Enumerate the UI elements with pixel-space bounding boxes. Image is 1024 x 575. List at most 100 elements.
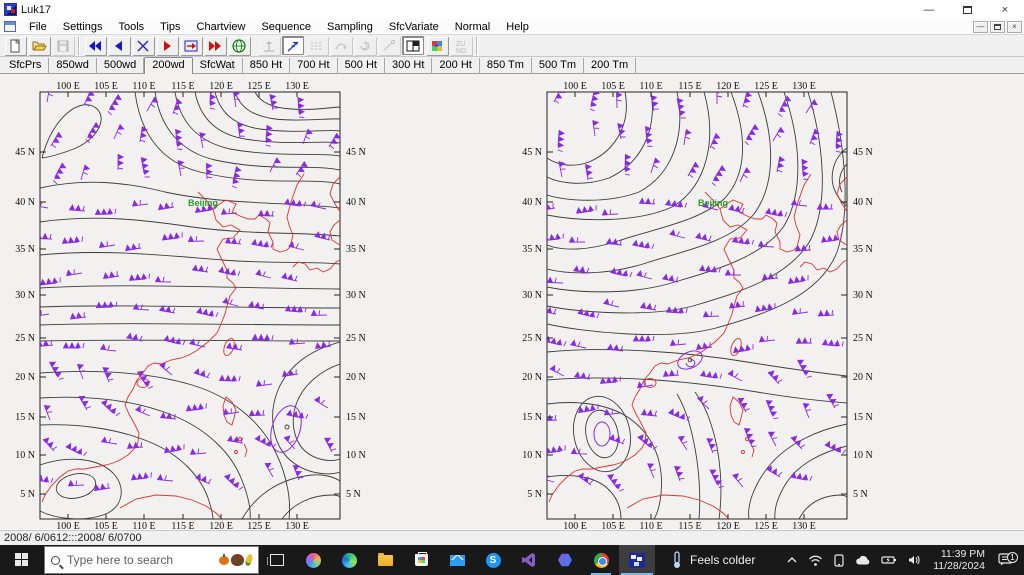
search-input[interactable] (67, 553, 219, 567)
new-file-button[interactable] (4, 36, 26, 55)
first-chart-button[interactable] (84, 36, 106, 55)
axis-label: 15 N (853, 412, 873, 423)
menu-help[interactable]: Help (498, 20, 537, 34)
copilot-button[interactable] (295, 545, 331, 575)
tab-850tm[interactable]: 850 Tm (480, 58, 532, 73)
maximize-button[interactable] (948, 0, 986, 19)
isolines-button[interactable] (306, 36, 328, 55)
axis-label: 100 E (563, 81, 587, 92)
axis-label: 15 N (346, 412, 366, 423)
chrome-button[interactable] (583, 545, 619, 575)
file-explorer-button[interactable] (367, 545, 403, 575)
tab-500wd[interactable]: 500wd (97, 58, 145, 73)
volume-button[interactable] (902, 545, 926, 575)
prev-chart-button[interactable] (108, 36, 130, 55)
mail-icon (449, 554, 465, 566)
luk17-taskbar-button[interactable] (619, 545, 655, 575)
search-icon (51, 555, 60, 565)
minimize-button[interactable]: — (910, 0, 948, 19)
open-file-button[interactable] (28, 36, 50, 55)
save-file-button[interactable] (52, 36, 74, 55)
thermometer-icon (674, 551, 680, 568)
menu-tips[interactable]: Tips (152, 20, 188, 34)
axis-label: 120 E (716, 521, 740, 532)
phone-link-button[interactable] (828, 545, 850, 575)
edge-button[interactable] (331, 545, 367, 575)
vortex-button[interactable] (354, 36, 376, 55)
notification-center-button[interactable]: 1 (992, 552, 1024, 567)
last-chart-button[interactable] (204, 36, 226, 55)
menu-normal[interactable]: Normal (447, 20, 498, 34)
close-button[interactable]: × (986, 0, 1024, 19)
tab-200tm[interactable]: 200 Tm (584, 58, 637, 73)
wind-barb-button[interactable] (282, 36, 304, 55)
split-view-button[interactable] (402, 36, 424, 55)
weather-map-right[interactable]: Beijing 100 E 100 E 105 E 105 E 110 E 110 E 11… (509, 80, 885, 532)
tab-500tm[interactable]: 500 Tm (532, 58, 585, 73)
trajectory-button[interactable] (378, 36, 400, 55)
menu-tools[interactable]: Tools (110, 20, 152, 34)
play-button[interactable] (156, 36, 178, 55)
axis-label: 5 N (853, 489, 868, 500)
axis-label: 30 N (853, 290, 873, 301)
start-button[interactable] (0, 545, 44, 575)
menu-sfcvariate[interactable]: SfcVariate (381, 20, 447, 34)
tab-500ht[interactable]: 500 Ht (338, 58, 385, 73)
close-chart-button[interactable] (132, 36, 154, 55)
battery-button[interactable] (876, 545, 902, 575)
axis-label: 115 E (171, 81, 194, 92)
new-file-icon (10, 38, 20, 52)
mdi-restore-button[interactable] (990, 20, 1005, 33)
weather-widget[interactable]: Feels colder (661, 545, 765, 575)
battery-charging-icon (881, 556, 897, 564)
tab-sfcprs[interactable]: SfcPrs (2, 58, 50, 73)
mdi-close-button[interactable]: × (1007, 20, 1022, 33)
axis-label: 35 N (346, 244, 366, 255)
chart-tab-strip: SfcPrs 850wd 500wd 200wd SfcWat 850 Ht 7… (0, 57, 1024, 74)
streamline-button[interactable] (330, 36, 352, 55)
axis-label: 25 N (346, 333, 366, 344)
tab-200ht[interactable]: 200 Ht (432, 58, 480, 73)
loop-button[interactable] (547, 545, 583, 575)
undo-redo-button[interactable]: ZU NO (450, 36, 472, 55)
axis-label: 125 E (247, 521, 271, 532)
tab-300ht[interactable]: 300 Ht (385, 58, 433, 73)
menu-sampling[interactable]: Sampling (319, 20, 381, 34)
axis-label: 115 E (678, 521, 701, 532)
color-grid-button[interactable] (426, 36, 448, 55)
onedrive-button[interactable] (850, 545, 876, 575)
tab-sfcwat[interactable]: SfcWat (193, 58, 243, 73)
axis-label: 35 N (15, 244, 35, 255)
axis-label: 130 E (792, 81, 816, 92)
pumpkin-icon (219, 553, 229, 565)
axis-label: 20 N (15, 372, 35, 383)
taskbar-search[interactable] (44, 546, 259, 574)
menu-settings[interactable]: Settings (55, 20, 111, 34)
tab-200wd-active[interactable]: 200wd (144, 57, 193, 74)
edge-icon (341, 552, 357, 568)
task-view-button[interactable] (259, 545, 295, 575)
tab-850ht[interactable]: 850 Ht (243, 58, 291, 73)
axis-label: 100 E (56, 81, 80, 92)
menu-file[interactable]: File (21, 20, 55, 34)
menu-sequence[interactable]: Sequence (253, 20, 319, 34)
taskbar-clock[interactable]: 11:39 PM 11/28/2024 (926, 548, 992, 572)
tab-700ht[interactable]: 700 Ht (290, 58, 338, 73)
visual-studio-icon (522, 553, 535, 567)
visual-studio-button[interactable] (511, 545, 547, 575)
weather-map-left[interactable]: Beijing 100 E 100 E 105 E 105 E 110 E 110 E 11… (2, 80, 378, 532)
file-explorer-icon (377, 552, 393, 566)
sounding-button[interactable] (258, 36, 280, 55)
globe-button[interactable] (228, 36, 250, 55)
store-button[interactable] (403, 545, 439, 575)
axis-label: 45 N (522, 147, 542, 158)
fast-forward-icon (209, 40, 221, 51)
skype-button[interactable]: S (475, 545, 511, 575)
menu-chartview[interactable]: Chartview (189, 20, 254, 34)
mail-button[interactable] (439, 545, 475, 575)
tray-overflow-button[interactable] (781, 545, 803, 575)
fit-window-button[interactable] (180, 36, 202, 55)
mdi-minimize-button[interactable]: — (973, 20, 988, 33)
wifi-button[interactable] (803, 545, 828, 575)
tab-850wd[interactable]: 850wd (49, 58, 97, 73)
